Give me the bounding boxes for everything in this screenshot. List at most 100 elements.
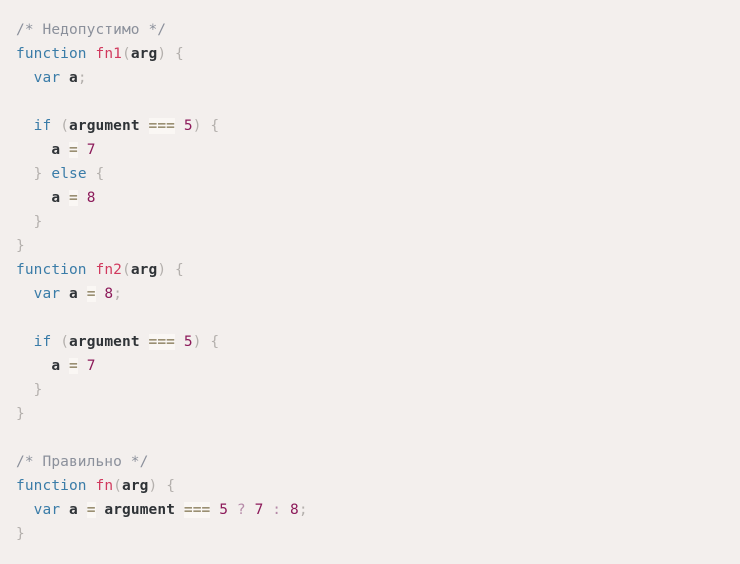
code-token-operator: === [183, 502, 211, 518]
code-line: function fn(arg) { [16, 474, 740, 498]
code-token-number: 8 [104, 286, 114, 302]
code-line: var a = argument === 5 ? 7 : 8; [16, 498, 740, 522]
code-token-number: 5 [183, 118, 193, 134]
code-line: function fn1(arg) { [16, 42, 740, 66]
code-token-keyword: else [51, 166, 87, 182]
code-line: /* Недопустимо */ [16, 18, 740, 42]
code-token-punct: ) [192, 334, 202, 350]
code-line: } [16, 210, 740, 234]
code-token-ident: argument [69, 334, 140, 350]
code-token-ident: a [51, 190, 61, 206]
code-token-punct: { [210, 118, 220, 134]
code-line: if (argument === 5) { [16, 114, 740, 138]
code-token-operator: = [69, 142, 78, 158]
code-token-keyword: if [33, 118, 52, 134]
code-token-comment: /* Правильно */ [16, 454, 149, 470]
code-token-operator: = [86, 286, 96, 302]
code-token-punct: } [33, 166, 43, 182]
code-token-comment: /* Недопустимо */ [16, 22, 167, 38]
code-token-ident: a [69, 286, 78, 302]
code-token-ident: a [51, 142, 61, 158]
code-token-punct: } [33, 214, 43, 230]
code-token-operator: = [69, 190, 78, 206]
code-token-punct: { [175, 46, 184, 62]
code-line: var a; [16, 66, 740, 90]
code-token-punct: ; [77, 70, 87, 86]
code-lines-container: /* Недопустимо */ function fn1(arg) { var… [16, 18, 740, 546]
code-token-ternary: : [272, 502, 282, 518]
code-line: } else { [16, 162, 740, 186]
code-token-operator: = [69, 358, 78, 374]
code-token-number: 7 [86, 358, 96, 374]
code-line: a = 8 [16, 186, 740, 210]
code-token-punct: ) [157, 262, 167, 278]
code-block[interactable]: /* Недопустимо */ function fn1(arg) { var… [0, 0, 740, 564]
code-token-punct: } [16, 406, 25, 422]
code-token-punct: ( [60, 118, 70, 134]
code-token-operator: === [148, 118, 176, 134]
code-token-punct: ( [121, 46, 131, 62]
code-line: a = 7 [16, 354, 740, 378]
code-line: } [16, 402, 740, 426]
code-token-punct: } [16, 526, 25, 542]
code-token-punct: { [166, 478, 176, 494]
code-token-number: 8 [86, 190, 96, 206]
code-token-punct: ; [113, 286, 123, 302]
code-token-keyword: var [33, 286, 61, 302]
code-token-punct: } [33, 382, 43, 398]
code-token-fnname: fn2 [95, 262, 122, 278]
code-token-ident: arg [130, 46, 158, 62]
code-token-punct: ( [121, 262, 131, 278]
code-line: } [16, 522, 740, 546]
code-token-punct: ) [157, 46, 167, 62]
code-token-ident: arg [130, 262, 158, 278]
code-token-number: 5 [219, 502, 229, 518]
code-token-fnname: fn [95, 478, 114, 494]
code-token-ident: arg [122, 478, 149, 494]
code-line: var a = 8; [16, 282, 740, 306]
code-token-punct: } [16, 238, 25, 254]
code-line: /* Правильно */ [16, 450, 740, 474]
code-line: } [16, 234, 740, 258]
code-token-ident: argument [69, 118, 140, 134]
code-token-operator: = [86, 502, 96, 518]
code-token-ternary: ? [236, 502, 246, 518]
code-token-operator: === [148, 334, 176, 350]
code-token-keyword: function [16, 478, 87, 494]
code-token-number: 7 [86, 142, 96, 158]
